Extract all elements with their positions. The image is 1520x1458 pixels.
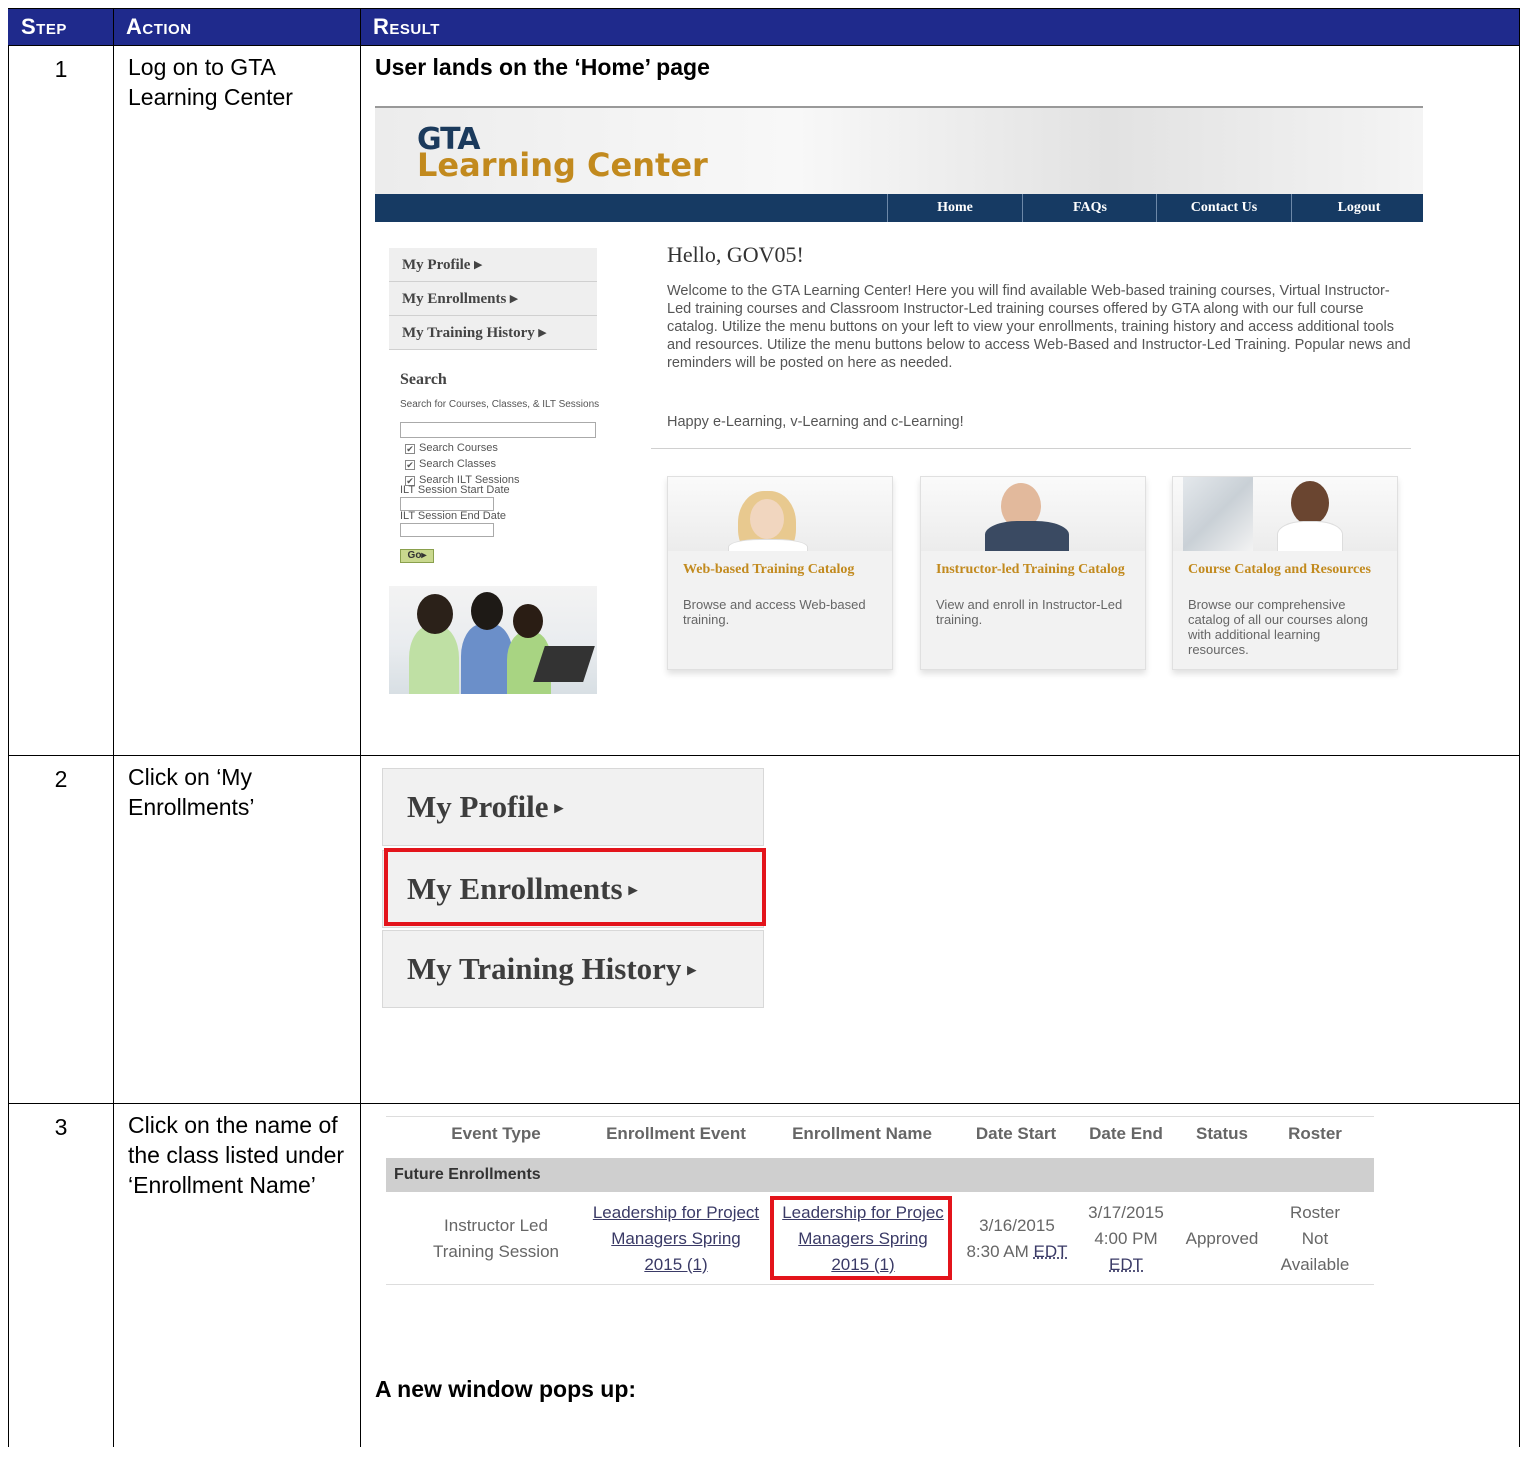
col-event-type: Event Type xyxy=(451,1124,541,1143)
event-link-line[interactable]: Leadership for Project xyxy=(586,1200,766,1226)
result-text: User lands on the ‘Home’ page xyxy=(375,54,710,80)
card-title: Course Catalog and Resources xyxy=(1188,562,1371,577)
step-result: Event Type Enrollment Event Enrollment N… xyxy=(360,1103,1520,1447)
start-date-label: ILT Session Start Date xyxy=(400,484,510,496)
nav-contact-us[interactable]: Contact Us xyxy=(1156,194,1291,222)
nav-home[interactable]: Home xyxy=(887,194,1022,222)
time-value: 8:30 AM EDT xyxy=(966,1242,1068,1261)
event-link-line[interactable]: Managers Spring xyxy=(586,1226,766,1252)
cell-date-start: 3/16/2015 8:30 AM EDT xyxy=(958,1213,1076,1265)
date-value: 3/17/2015 xyxy=(1088,1203,1164,1222)
step-action: Log on to GTA Learning Center xyxy=(113,45,361,756)
card-title: Instructor-led Training Catalog xyxy=(936,562,1125,577)
step-row-3: 3 Click on the name of the class listed … xyxy=(8,1103,1520,1447)
check-label: Search Classes xyxy=(419,458,497,470)
step-row-1: 1 Log on to GTA Learning Center User lan… xyxy=(8,45,1520,756)
step-action: Click on ‘My Enrollments’ xyxy=(113,755,361,1104)
card-web-based-training[interactable]: Web-based Training Catalog Browse and ac… xyxy=(667,476,893,670)
cell-status: Approved xyxy=(1185,1229,1259,1248)
check-search-courses[interactable]: ✔ Search Courses xyxy=(405,442,498,454)
step-number: 3 xyxy=(8,1103,114,1447)
gta-nav-bar: Home FAQs Contact Us Logout xyxy=(375,194,1423,222)
side-item-my-profile[interactable]: My Profile ▸ xyxy=(389,248,597,282)
go-button[interactable]: Go▸ xyxy=(400,549,434,563)
time-value: 4:00 PM xyxy=(1094,1229,1158,1248)
check-search-classes[interactable]: ✔ Search Classes xyxy=(405,458,496,470)
step-result: My Profile ▸ My Enrollments ▸ My Training … xyxy=(360,755,1520,1104)
timezone-abbr: EDT xyxy=(1109,1255,1143,1274)
menu-zoom-screenshot: My Profile ▸ My Enrollments ▸ My Training … xyxy=(382,768,766,1013)
card-course-catalog[interactable]: Course Catalog and Resources Browse our … xyxy=(1172,476,1398,670)
card-description: Browse our comprehensive catalog of all … xyxy=(1188,597,1368,657)
checkbox-icon[interactable]: ✔ xyxy=(405,444,415,454)
card-title: Web-based Training Catalog xyxy=(683,562,855,577)
procedure-table: Step Action Result 1 Log on to GTA Learn… xyxy=(8,8,1520,1447)
search-input[interactable] xyxy=(400,422,596,438)
gta-header: GTA Learning Center xyxy=(375,106,1423,194)
card-instructor-led-training[interactable]: Instructor-led Training Catalog View and… xyxy=(920,476,1146,670)
side-item-my-training-history[interactable]: My Training History ▸ xyxy=(389,316,597,350)
enrollments-screenshot: Event Type Enrollment Event Enrollment N… xyxy=(386,1116,1376,1296)
step-row-2: 2 Click on ‘My Enrollments’ My Profile ▸ … xyxy=(8,755,1520,1104)
header-step: Step xyxy=(8,8,114,46)
col-roster: Roster xyxy=(1288,1124,1342,1143)
menu-label: My Training History xyxy=(407,951,682,986)
highlight-box xyxy=(770,1196,952,1280)
col-date-end: Date End xyxy=(1089,1124,1163,1143)
cell-date-end: 3/17/2015 4:00 PM EDT xyxy=(1078,1200,1174,1278)
result-text: A new window pops up: xyxy=(375,1376,637,1402)
date-value: 3/16/2015 xyxy=(979,1216,1055,1235)
people-photo xyxy=(389,586,597,694)
end-date-label: ILT Session End Date xyxy=(400,510,506,522)
col-enrollment-name: Enrollment Name xyxy=(792,1124,932,1143)
menu-label: My Profile xyxy=(407,789,549,824)
checkbox-icon[interactable]: ✔ xyxy=(405,460,415,470)
card-photo xyxy=(1173,477,1397,551)
nav-faqs[interactable]: FAQs xyxy=(1022,194,1157,222)
divider xyxy=(651,448,1411,449)
col-enrollment-event: Enrollment Event xyxy=(606,1124,746,1143)
col-date-start: Date Start xyxy=(975,1124,1057,1143)
check-label: Search Courses xyxy=(419,442,498,454)
step-result: User lands on the ‘Home’ page GTA Learni… xyxy=(360,45,1520,756)
highlight-box xyxy=(384,848,766,926)
future-enrollments-bar: Future Enrollments xyxy=(386,1158,1374,1192)
card-description: Browse and access Web-based training. xyxy=(683,597,866,627)
cell-event-type: Instructor Led Training Session xyxy=(433,1216,559,1261)
start-date-input[interactable] xyxy=(400,497,494,511)
laptop-icon xyxy=(533,646,595,682)
greeting: Hello, GOV05! xyxy=(667,242,804,267)
side-menu: My Profile ▸ My Enrollments ▸ My Trainin… xyxy=(389,248,597,350)
search-label: Search for Courses, Classes, & ILT Sessi… xyxy=(400,399,600,410)
welcome-text: Welcome to the GTA Learning Center! Here… xyxy=(667,283,1411,371)
step-number: 1 xyxy=(8,45,114,756)
gta-home-screenshot: GTA Learning Center Home FAQs Contact Us… xyxy=(375,106,1423,701)
timezone-abbr: EDT xyxy=(1033,1242,1068,1261)
gta-logo-subtitle: Learning Center xyxy=(417,146,708,184)
header-action: Action xyxy=(113,8,361,46)
card-photo xyxy=(921,477,1145,551)
card-photo xyxy=(668,477,892,551)
card-description: View and enroll in Instructor-Led traini… xyxy=(936,597,1123,627)
end-date-input[interactable] xyxy=(400,523,494,537)
header-result: Result xyxy=(360,8,1520,46)
step-action: Click on the name of the class listed un… xyxy=(113,1103,361,1447)
cell-roster: Roster Not Available xyxy=(1280,1203,1350,1274)
col-status: Status xyxy=(1196,1124,1248,1143)
zoom-my-training-history[interactable]: My Training History ▸ xyxy=(382,930,764,1008)
zoom-my-profile[interactable]: My Profile ▸ xyxy=(382,768,764,846)
nav-logout[interactable]: Logout xyxy=(1291,194,1423,222)
side-item-my-enrollments[interactable]: My Enrollments ▸ xyxy=(389,282,597,316)
step-number: 2 xyxy=(8,755,114,1104)
arrow-right-icon: ▸ xyxy=(554,798,563,817)
happy-text: Happy e-Learning, v-Learning and c-Learn… xyxy=(667,414,964,430)
arrow-right-icon: ▸ xyxy=(687,960,696,979)
search-title: Search xyxy=(400,371,447,388)
cell-enrollment-event[interactable]: Leadership for Project Managers Spring 2… xyxy=(586,1200,766,1278)
event-link-line[interactable]: 2015 (1) xyxy=(586,1252,766,1278)
